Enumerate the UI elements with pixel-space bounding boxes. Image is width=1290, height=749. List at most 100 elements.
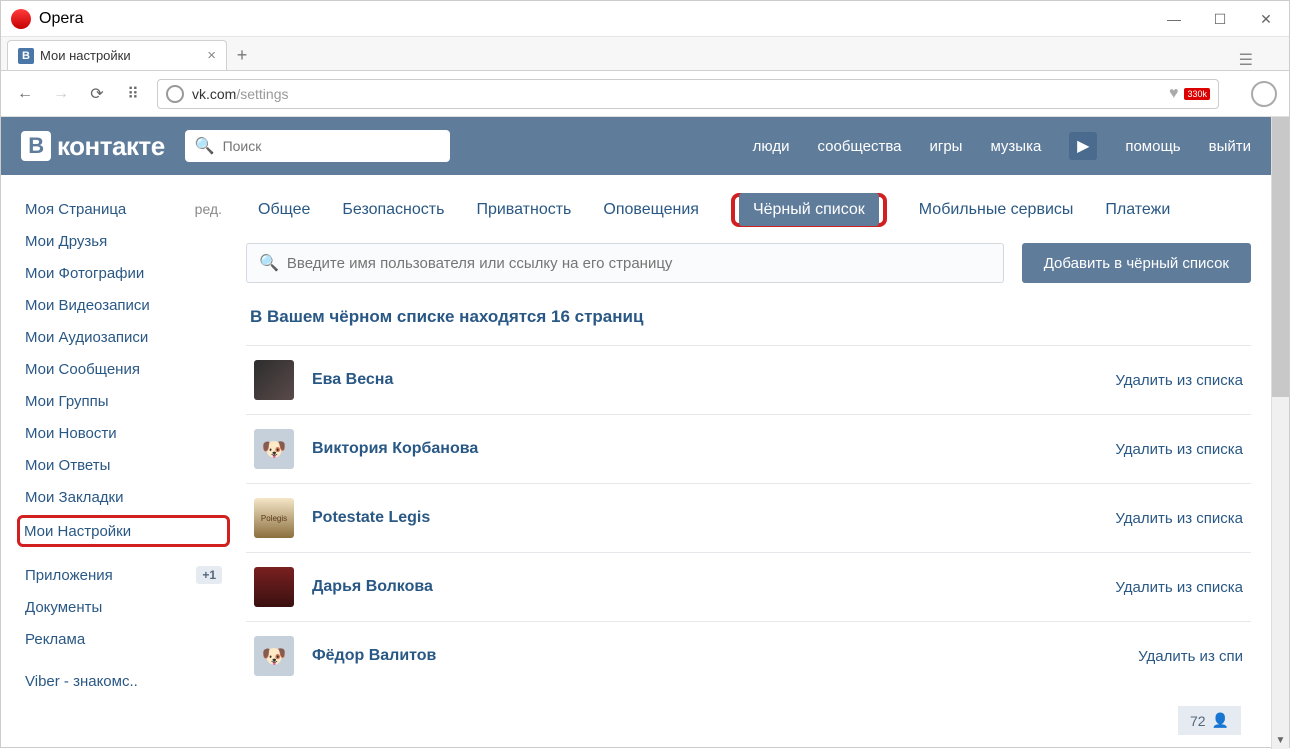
sidebar-item[interactable]: Моя Страница ред. [21, 193, 226, 225]
blacklist-row: Ева Весна Удалить из списка [246, 345, 1251, 414]
window-title: Opera [39, 10, 83, 28]
avatar[interactable] [254, 567, 294, 607]
search-input[interactable] [223, 138, 440, 154]
sidebar-item-label: Документы [25, 599, 102, 616]
url-input[interactable]: vk.com/settings ♥ 330k [157, 79, 1219, 109]
add-to-blacklist-button[interactable]: Добавить в чёрный список [1022, 243, 1251, 283]
speeddial-button[interactable]: ⠿ [121, 82, 145, 106]
avatar[interactable] [254, 360, 294, 400]
blacklist-row: 🐶 Фёдор Валитов Удалить из спи [246, 621, 1251, 690]
browser-tab[interactable]: В Мои настройки × [7, 40, 227, 70]
sidebar-item[interactable]: Мои Видеозаписи [21, 289, 226, 321]
vk-sidebar: Моя Страница ред. Мои Друзья Мои Фотографии… [21, 185, 226, 697]
notification-count: 72 [1190, 713, 1206, 729]
blacklist-name[interactable]: Дарья Волкова [312, 578, 433, 596]
remove-from-blacklist-link[interactable]: Удалить из списка [1115, 579, 1243, 596]
avatar[interactable]: 🐶 [254, 429, 294, 469]
window-titlebar: Opera — ☐ ✕ [1, 1, 1289, 37]
tab-payments[interactable]: Платежи [1105, 201, 1170, 219]
sidebar-item[interactable]: Документы [21, 591, 226, 623]
tab-blacklist[interactable]: Чёрный список [739, 193, 879, 226]
blacklist-add-row: 🔍 Добавить в чёрный список [246, 243, 1251, 283]
reload-button[interactable]: ⟳ [85, 82, 109, 106]
nav-play-button[interactable]: ▶ [1069, 132, 1097, 160]
close-window-button[interactable]: ✕ [1243, 1, 1289, 37]
blacklist-name[interactable]: Ева Весна [312, 371, 393, 389]
back-button[interactable]: ← [13, 82, 37, 106]
blacklist-name[interactable]: Фёдор Валитов [312, 647, 436, 665]
blacklist-filter-input[interactable] [287, 255, 991, 272]
sidebar-item-label: Реклама [25, 631, 85, 648]
new-tab-button[interactable]: + [227, 40, 257, 70]
sidebar-item[interactable]: Мои Сообщения [21, 353, 226, 385]
scrollbar[interactable]: ▼ [1271, 117, 1289, 749]
avatar[interactable]: 🐶 [254, 636, 294, 676]
scroll-down-arrow[interactable]: ▼ [1272, 731, 1289, 749]
nav-logout[interactable]: выйти [1209, 138, 1251, 155]
tab-strip: В Мои настройки × + ☰ [1, 37, 1289, 71]
blacklist-name[interactable]: Potestate Legis [312, 509, 430, 527]
sidebar-item[interactable]: Мои Ответы [21, 449, 226, 481]
nav-people[interactable]: люди [753, 138, 790, 155]
forward-button[interactable]: → [49, 82, 73, 106]
tab-blacklist-highlight: Чёрный список [731, 193, 887, 227]
vk-logo[interactable]: В контакте [21, 131, 165, 162]
tab-security[interactable]: Безопасность [342, 201, 444, 219]
user-icon: 👤 [1212, 712, 1229, 729]
extension-badge[interactable]: 330k [1184, 88, 1210, 100]
scroll-thumb[interactable] [1272, 117, 1289, 397]
window-controls: — ☐ ✕ [1151, 1, 1289, 37]
blacklist-filter[interactable]: 🔍 [246, 243, 1004, 283]
remove-from-blacklist-link[interactable]: Удалить из списка [1115, 441, 1243, 458]
tab-menu-icon[interactable]: ☰ [1239, 50, 1253, 70]
remove-from-blacklist-link[interactable]: Удалить из списка [1115, 372, 1243, 389]
sidebar-item-label: Мои Закладки [25, 489, 123, 506]
vk-search[interactable]: 🔍 [185, 130, 450, 162]
sidebar-item[interactable]: Мои Друзья [21, 225, 226, 257]
maximize-button[interactable]: ☐ [1197, 1, 1243, 37]
vk-main: Общее Безопасность Приватность Оповещени… [246, 185, 1251, 697]
tab-general[interactable]: Общее [258, 201, 310, 219]
vk-body: Моя Страница ред. Мои Друзья Мои Фотографии… [1, 175, 1271, 707]
sidebar-item[interactable]: Приложения+1 [21, 559, 226, 591]
remove-from-blacklist-link[interactable]: Удалить из списка [1115, 510, 1243, 527]
avatar[interactable]: Polegis [254, 498, 294, 538]
bookmark-heart-icon[interactable]: ♥ [1169, 85, 1179, 103]
nav-music[interactable]: музыка [990, 138, 1041, 155]
tab-mobile[interactable]: Мобильные сервисы [919, 201, 1074, 219]
sidebar-item-label: Мои Аудиозаписи [25, 329, 148, 346]
minimize-button[interactable]: — [1151, 1, 1197, 37]
sidebar-item[interactable]: Мои Закладки [21, 481, 226, 513]
sidebar-item[interactable]: Мои Группы [21, 385, 226, 417]
sidebar-item-label: Мои Друзья [25, 233, 107, 250]
nav-groups[interactable]: сообщества [817, 138, 901, 155]
sidebar-item-label: Мои Новости [25, 425, 117, 442]
sidebar-item[interactable]: Мои Новости [21, 417, 226, 449]
vk-top-nav: люди сообщества игры музыка ▶ помощь вый… [753, 132, 1251, 160]
tab-notifications[interactable]: Оповещения [603, 201, 699, 219]
sidebar-item[interactable]: Мои Настройки [17, 515, 230, 547]
notification-badge[interactable]: 72 👤 [1178, 706, 1241, 735]
address-bar: ← → ⟳ ⠿ vk.com/settings ♥ 330k [1, 71, 1289, 117]
nav-help[interactable]: помощь [1125, 138, 1180, 155]
sidebar-item-label: Мои Сообщения [25, 361, 140, 378]
vk-page: В контакте 🔍 люди сообщества игры музыка… [1, 117, 1271, 749]
tab-privacy[interactable]: Приватность [476, 201, 571, 219]
sidebar-item[interactable]: Viber - знакомс.. [21, 665, 226, 697]
sidebar-edit-link[interactable]: ред. [195, 201, 222, 217]
nav-games[interactable]: игры [929, 138, 962, 155]
sidebar-item[interactable]: Мои Аудиозаписи [21, 321, 226, 353]
blacklist-row: Дарья Волкова Удалить из списка [246, 552, 1251, 621]
sidebar-item-label: Моя Страница [25, 201, 126, 218]
remove-from-blacklist-link[interactable]: Удалить из спи [1138, 648, 1243, 665]
url-host: vk.com [192, 86, 236, 102]
vk-favicon-icon: В [18, 48, 34, 64]
opera-logo-icon [11, 9, 31, 29]
tab-title: Мои настройки [40, 48, 131, 63]
tab-close-button[interactable]: × [207, 47, 216, 64]
blacklist-name[interactable]: Виктория Корбанова [312, 440, 478, 458]
sidebar-item[interactable]: Мои Фотографии [21, 257, 226, 289]
profile-button[interactable] [1251, 81, 1277, 107]
sidebar-item[interactable]: Реклама [21, 623, 226, 655]
blacklist-title: В Вашем чёрном списке находятся 16 стран… [246, 307, 1251, 327]
